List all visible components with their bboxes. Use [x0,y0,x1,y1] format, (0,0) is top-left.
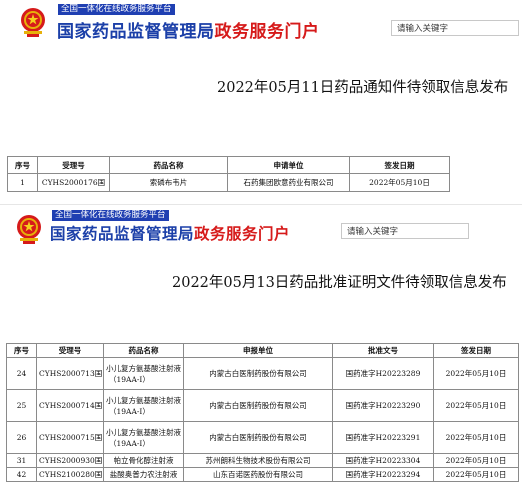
site-title[interactable]: 国家药品监督管理局政务服务门户 [57,17,320,42]
header-drug: 药品名称 [103,343,184,358]
row-id: CYHS2000715国 [36,421,104,454]
site-title-agency: 国家药品监督管理局 [57,22,215,42]
row-drug: 盐酸奥普力农注射液 [103,467,184,482]
header-drug: 药品名称 [109,156,228,174]
row-no: 25 [6,389,37,422]
row-drug-line2: （19AA-Ⅰ） [109,374,150,384]
table-row: 24 CYHS2000713国 小儿复方氨基酸注射液 （19AA-Ⅰ） 内蒙古白医… [6,357,519,390]
row-no: 26 [6,421,37,454]
table-row: 31 CYHS2000930国 帕立骨化醇注射液 苏州朗科生物技术股份有限公司 … [6,453,519,468]
row-approval: 国药准字H20223289 [332,357,434,390]
row-id: CYHS2000714国 [36,389,104,422]
header-approval: 批准文号 [332,343,434,358]
table-row: 1 CYHS2000176国 索磷布韦片 石药集团欧意药业有限公司 2022年0… [7,173,450,192]
row-drug: 帕立骨化醇注射液 [103,453,184,468]
table-header-row: 序号 受理号 药品名称 申报单位 批准文号 签发日期 [6,343,519,358]
national-emblem-icon [18,6,48,38]
row-applicant: 石药集团欧意药业有限公司 [227,173,350,192]
row-no: 1 [7,173,38,192]
row-date: 2022年05月10日 [433,467,519,482]
platform-tagline[interactable]: 全国一体化在线政务服务平台 [52,210,169,221]
row-drug: 小儿复方氨基酸注射液 （19AA-Ⅰ） [103,357,184,390]
row-no: 42 [6,467,37,482]
row-id: CYHS2000713国 [36,357,104,390]
header-id: 受理号 [37,156,110,174]
row-drug: 小儿复方氨基酸注射液 （19AA-Ⅰ） [103,421,184,454]
site-header-top: 全国一体化在线政务服务平台 国家药品监督管理局政务服务门户 请输入关键字 [0,0,522,46]
site-title-agency: 国家药品监督管理局 [50,225,195,243]
page-title: 2022年05月13日药品批准证明文件待领取信息发布 [172,275,507,291]
header-no: 序号 [6,343,37,358]
header-id: 受理号 [36,343,104,358]
platform-tagline[interactable]: 全国一体化在线政务服务平台 [58,4,175,15]
row-drug: 索磷布韦片 [109,173,228,192]
row-date: 2022年05月10日 [433,421,519,454]
table-row: 26 CYHS2000715国 小儿复方氨基酸注射液 （19AA-Ⅰ） 内蒙古白医… [6,421,519,454]
row-no: 31 [6,453,37,468]
row-drug-line1: 小儿复方氨基酸注射液 [106,363,181,373]
table-row: 42 CYHS2100280国 盐酸奥普力农注射液 山东百诺医药股份有限公司 国… [6,467,519,482]
row-applicant: 山东百诺医药股份有限公司 [183,467,333,482]
header-applicant: 申请单位 [227,156,350,174]
row-id: CYHS2000930国 [36,453,104,468]
header-date: 签发日期 [349,156,450,174]
row-applicant: 内蒙古白医制药股份有限公司 [183,421,333,454]
row-date: 2022年05月10日 [433,357,519,390]
search-input[interactable]: 请输入关键字 [391,20,519,36]
row-id: CYHS2100280国 [36,467,104,482]
row-applicant: 内蒙古白医制药股份有限公司 [183,389,333,422]
row-date: 2022年05月10日 [433,389,519,422]
row-drug-line1: 小儿复方氨基酸注射液 [106,427,181,437]
header-applicant: 申报单位 [183,343,333,358]
row-approval: 国药准字H20223291 [332,421,434,454]
table-row: 25 CYHS2000714国 小儿复方氨基酸注射液 （19AA-Ⅰ） 内蒙古白医… [6,389,519,422]
row-applicant: 内蒙古白医制药股份有限公司 [183,357,333,390]
row-date: 2022年05月10日 [349,173,450,192]
row-no: 24 [6,357,37,390]
site-title-portal: 政务服务门户 [214,22,320,42]
row-drug-line1: 小儿复方氨基酸注射液 [106,395,181,405]
row-date: 2022年05月10日 [433,453,519,468]
row-approval: 国药准字H20223294 [332,467,434,482]
site-title[interactable]: 国家药品监督管理局政务服务门户 [50,222,290,244]
header-date: 签发日期 [433,343,519,358]
row-approval: 国药准字H20223304 [332,453,434,468]
top-document: 全国一体化在线政务服务平台 国家药品监督管理局政务服务门户 请输入关键字 202… [0,0,522,205]
site-header-bottom: 全国一体化在线政务服务平台 国家药品监督管理局政务服务门户 请输入关键字 [0,205,522,251]
row-drug: 小儿复方氨基酸注射液 （19AA-Ⅰ） [103,389,184,422]
row-drug-line2: （19AA-Ⅰ） [109,438,150,448]
bottom-document: 全国一体化在线政务服务平台 国家药品监督管理局政务服务门户 请输入关键字 202… [0,205,522,496]
row-drug-line2: （19AA-Ⅰ） [109,406,150,416]
row-applicant: 苏州朗科生物技术股份有限公司 [183,453,333,468]
site-title-portal: 政务服务门户 [194,225,291,243]
notice-table: 序号 受理号 药品名称 申请单位 签发日期 1 CYHS2000176国 索磷布… [7,156,450,192]
row-approval: 国药准字H20223290 [332,389,434,422]
header-no: 序号 [7,156,38,174]
search-input[interactable]: 请输入关键字 [341,223,469,239]
approval-table: 序号 受理号 药品名称 申报单位 批准文号 签发日期 24 CYHS200071… [6,343,519,482]
table-header-row: 序号 受理号 药品名称 申请单位 签发日期 [7,156,450,174]
page-title: 2022年05月11日药品通知件待领取信息发布 [217,80,509,96]
national-emblem-icon [14,213,44,245]
row-id: CYHS2000176国 [37,173,110,192]
